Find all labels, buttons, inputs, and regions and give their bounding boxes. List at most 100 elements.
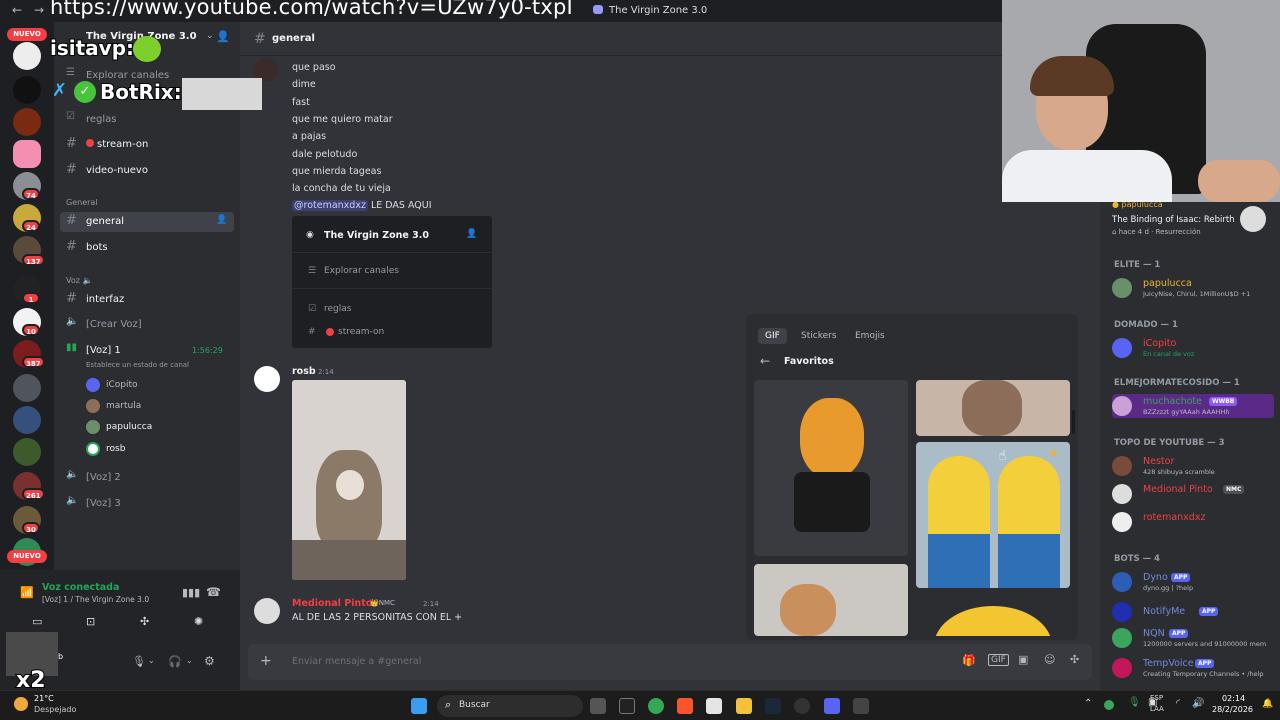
server-icon[interactable]	[13, 406, 41, 434]
tray-status-icon[interactable]	[1104, 700, 1114, 710]
voice-channel-2[interactable]: 🔈 [Voz] 2	[60, 468, 234, 488]
server-icon[interactable]	[13, 76, 41, 104]
tab-emojis[interactable]: Emojis	[848, 328, 892, 344]
soundboard-icon[interactable]: ✺	[194, 615, 203, 628]
server-icon[interactable]	[13, 108, 41, 136]
cat-image[interactable]	[292, 380, 406, 580]
weather-temp[interactable]: 21°C	[34, 694, 54, 703]
avatar[interactable]	[254, 366, 280, 392]
gift-icon[interactable]: 🎁	[962, 654, 976, 667]
activities-icon[interactable]: ✣	[140, 615, 149, 628]
server-icon[interactable]	[13, 374, 41, 402]
server-icon[interactable]	[13, 42, 41, 70]
member-tempvoice[interactable]: TempVoice APP Creating Temporary Channels …	[1112, 656, 1274, 680]
channel-bots[interactable]: # bots	[60, 238, 234, 258]
category-voz[interactable]: Voz 🔈	[66, 276, 92, 285]
add-member-icon[interactable]: 👤	[216, 30, 230, 43]
chevron-down-icon[interactable]: ⌄	[148, 656, 155, 665]
channel-interfaz[interactable]: # interfaz	[60, 290, 234, 310]
headphones-icon[interactable]: 🎧	[168, 655, 182, 668]
voice-status[interactable]: Establece un estado de canal	[86, 361, 189, 369]
volume-icon[interactable]: 🔊	[1192, 698, 1204, 709]
voice-channel-1[interactable]: ▮▮ [Voz] 1 1:56:29	[60, 341, 234, 361]
member-nestor[interactable]: Nestor 428 shibuya scramble	[1112, 454, 1274, 478]
member-notifyme[interactable]: NotifyMe APP	[1112, 600, 1274, 624]
language-layout[interactable]: LAA	[1150, 705, 1164, 713]
discord-icon[interactable]	[824, 698, 840, 714]
member-medional[interactable]: Medional Pinto NMC	[1112, 482, 1274, 506]
tab-stickers[interactable]: Stickers	[794, 328, 844, 344]
noise-suppression-icon[interactable]: ▮▮▮	[182, 586, 200, 599]
emoji-icon[interactable]: ☺	[1044, 653, 1055, 666]
gif-favorite[interactable]	[916, 380, 1070, 436]
minion-overalls	[998, 534, 1060, 588]
message-author[interactable]: Medional Pinto	[292, 598, 372, 609]
camera-off-icon[interactable]: ▭	[32, 615, 42, 628]
screen-share-icon[interactable]: ⊡	[86, 615, 95, 628]
tray-mic-icon[interactable]: 🎙	[1128, 697, 1141, 708]
cat-face	[336, 470, 364, 500]
microphone-icon[interactable]: 🎙	[132, 655, 146, 668]
voice-channel-3[interactable]: 🔈 [Voz] 3	[60, 494, 234, 514]
notification-bell-icon[interactable]: 🔔	[1262, 699, 1273, 709]
member-rotemanxdxz[interactable]: rotemanxdxz	[1112, 510, 1274, 534]
tab-gif[interactable]: GIF	[758, 328, 787, 344]
wifi-icon[interactable]: ◜	[1176, 698, 1180, 709]
chevron-down-icon[interactable]: ⌄	[206, 31, 214, 41]
clock-date[interactable]: 28/2/2026	[1212, 705, 1253, 714]
voice-location[interactable]: [Voz] 1 / The Virgin Zone 3.0	[42, 595, 149, 604]
forward-arrow-icon[interactable]: →	[34, 3, 44, 17]
epic-games-icon[interactable]	[619, 698, 635, 714]
tray-chevron-icon[interactable]: ⌃	[1084, 698, 1092, 709]
language-code[interactable]: ESP	[1150, 694, 1163, 702]
file-explorer-icon[interactable]	[736, 698, 752, 714]
gif-favorite[interactable]	[754, 564, 908, 636]
scrollbar[interactable]	[1072, 410, 1075, 434]
image-embed[interactable]: ◉ The Virgin Zone 3.0 👤 ☰ Explorar canal…	[292, 216, 492, 348]
brave-icon[interactable]	[677, 698, 693, 714]
message-author[interactable]: rosb	[292, 366, 316, 377]
message-composer: + Enviar mensaje a #general 🎁 GIF ▣ ☺ ✣	[248, 644, 1092, 680]
server-icon[interactable]	[13, 438, 41, 466]
gif-favorite[interactable]	[916, 596, 1070, 636]
back-arrow-icon[interactable]: ←	[12, 3, 22, 17]
add-member-icon[interactable]: 👤	[216, 215, 227, 225]
gif-favorite[interactable]	[754, 380, 908, 556]
channel-general[interactable]: # general 👤	[60, 212, 234, 232]
member-dyno[interactable]: Dyno APP dyno.gg | ?help	[1112, 570, 1274, 594]
member-nqn[interactable]: NQN APP 1200000 servers and 91000000 mem	[1112, 626, 1274, 650]
user-mention[interactable]: @rotemanxdxz	[292, 200, 368, 211]
taskbar-search[interactable]: ⌕ Buscar	[437, 695, 583, 717]
sticker-icon[interactable]: ▣	[1018, 653, 1028, 666]
favorite-star-icon[interactable]: ★	[1048, 446, 1059, 460]
member-boosted[interactable]: muchachote WWBB BZZzzzt gyYAAah AAAHHh	[1112, 394, 1274, 418]
avatar[interactable]	[254, 598, 280, 624]
member-papulucca[interactable]: papulucca JuicyNise, Chirul, 1MillionU$D …	[1112, 276, 1274, 300]
obs-icon[interactable]	[794, 698, 810, 714]
chevron-down-icon[interactable]: ⌄	[186, 656, 193, 665]
voice-channel-create[interactable]: 🔈 [Crear Voz]	[60, 315, 234, 335]
message-input[interactable]: Enviar mensaje a #general	[292, 656, 421, 667]
channel-reglas[interactable]: ☑ reglas	[60, 110, 234, 130]
settings-gear-icon[interactable]: ⚙	[204, 654, 215, 668]
plus-icon[interactable]: +	[260, 653, 272, 669]
category-general[interactable]: General	[66, 198, 98, 207]
gif-favorite[interactable]: ★	[916, 442, 1070, 588]
member-icopito[interactable]: iCopito En canal de voz	[1112, 336, 1274, 360]
gif-button[interactable]: GIF	[988, 654, 1009, 666]
channel-video-nuevo[interactable]: # video-nuevo	[60, 161, 234, 181]
channel-stream-on[interactable]: # stream-on	[60, 135, 234, 155]
apps-icon[interactable]: ✣	[1070, 653, 1079, 666]
task-view-icon[interactable]	[590, 698, 606, 714]
disconnect-icon[interactable]: ☎	[206, 585, 221, 599]
app-icon[interactable]	[853, 698, 869, 714]
weather-desc[interactable]: Despejado	[34, 705, 76, 714]
chrome-icon[interactable]	[648, 698, 664, 714]
weather-icon[interactable]	[14, 697, 28, 711]
server-icon[interactable]	[13, 140, 41, 168]
clock-time[interactable]: 02:14	[1222, 694, 1245, 703]
app-icon[interactable]	[706, 698, 722, 714]
windows-start-icon[interactable]	[411, 698, 427, 714]
back-arrow-icon[interactable]: ←	[760, 354, 770, 368]
steam-icon[interactable]	[765, 698, 781, 714]
